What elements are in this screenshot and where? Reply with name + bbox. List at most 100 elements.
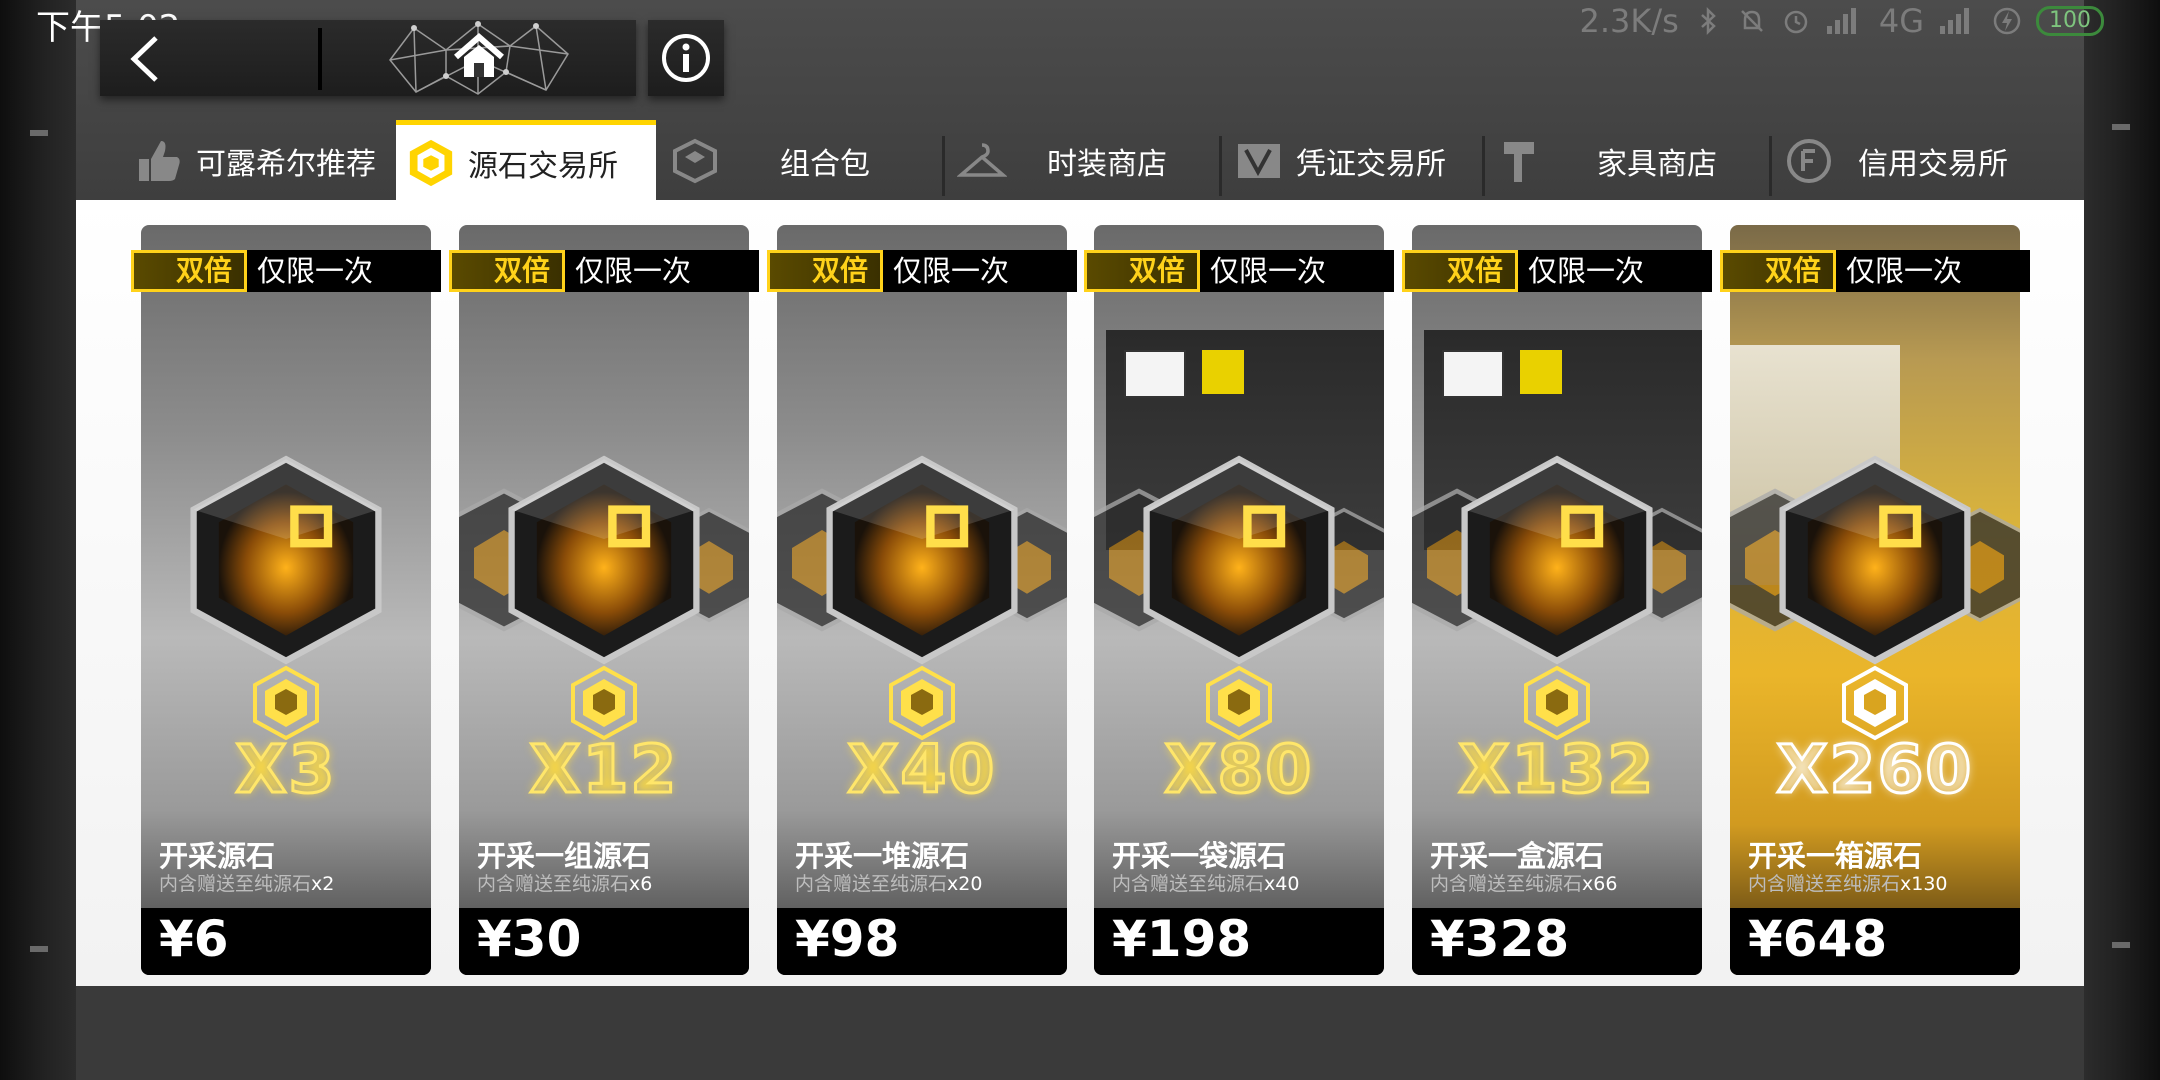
tab-furniture[interactable]: 家具商店 — [1497, 122, 1757, 200]
box-label — [1124, 350, 1186, 398]
shop-tabs: 可露希尔推荐 源石交易所 组合包 时装商店 凭证交易所 家具商店 信用交易所 — [124, 120, 2018, 200]
chevron-left-icon — [130, 36, 158, 82]
tab-divider — [942, 136, 945, 196]
bonus-info: 内含赠送至纯源石x130 — [1748, 869, 1948, 896]
originium-icon — [406, 138, 456, 188]
mute-bell-icon — [1740, 10, 1763, 32]
box-yellow-label — [1202, 350, 1244, 394]
bonus-count: x40 — [1264, 873, 1300, 895]
originium-icon — [1524, 665, 1590, 741]
quantity-label: X12 — [528, 730, 679, 810]
tab-label: 信用交易所 — [1858, 147, 2008, 182]
double-badge: 双倍 — [1720, 250, 1836, 292]
limited-ribbon: 双倍 仅限一次 — [449, 250, 759, 292]
bonus-count: x6 — [629, 873, 653, 895]
bonus-info: 内含赠送至纯源石x6 — [477, 869, 652, 896]
tab-originium[interactable]: 源石交易所 — [396, 120, 656, 200]
originium-icon — [571, 665, 637, 741]
double-badge: 双倍 — [1402, 250, 1518, 292]
product-card[interactable]: X80 开采一袋源石 内含赠送至纯源石x40 ¥198 — [1094, 225, 1384, 975]
home-button[interactable] — [386, 20, 636, 96]
bonus-count: x66 — [1582, 873, 1618, 895]
bonus-count: x20 — [947, 873, 983, 895]
tab-credit[interactable]: 信用交易所 — [1784, 122, 2018, 200]
tab-bundle[interactable]: 组合包 — [656, 122, 930, 200]
tab-divider — [1769, 136, 1772, 196]
bonus-text: 内含赠送至纯源石 — [1430, 873, 1583, 895]
originium-gem — [1461, 455, 1653, 665]
bonus-info: 内含赠送至纯源石x66 — [1430, 869, 1617, 896]
box-label — [1442, 350, 1504, 398]
tab-voucher[interactable]: 凭证交易所 — [1234, 122, 1470, 200]
tab-divider — [1482, 136, 1485, 196]
tab-fashion[interactable]: 时装商店 — [957, 122, 1207, 200]
limited-ribbon: 双倍 仅限一次 — [1720, 250, 2030, 292]
tab-label: 可露希尔推荐 — [196, 147, 376, 182]
bundle-icon — [670, 136, 720, 186]
originium-gem — [826, 455, 1018, 665]
hanger-icon — [957, 136, 1007, 186]
alarm-icon — [1784, 10, 1808, 34]
signal-icon — [1940, 8, 1969, 34]
tab-label: 组合包 — [780, 147, 870, 182]
signal-icon — [1826, 8, 1856, 34]
once-label: 仅限一次 — [247, 250, 441, 292]
bottom-bar — [76, 986, 2084, 1080]
bonus-count: x130 — [1900, 873, 1948, 895]
thumbs-up-icon — [134, 136, 184, 186]
double-badge: 双倍 — [1084, 250, 1200, 292]
net-speed: 2.3K/s — [1579, 2, 1679, 40]
bezel-mark — [2112, 124, 2130, 130]
bezel-right — [2084, 0, 2160, 1080]
bonus-text: 内含赠送至纯源石 — [1112, 873, 1265, 895]
originium-icon — [253, 665, 319, 741]
product-card[interactable]: X260 开采一箱源石 内含赠送至纯源石x130 ¥648 — [1730, 225, 2020, 975]
tab-label: 凭证交易所 — [1296, 147, 1446, 182]
price-label: ¥30 — [477, 910, 582, 968]
bezel-mark — [30, 946, 48, 952]
price-bar[interactable]: ¥30 — [459, 908, 749, 975]
charging-icon — [1993, 7, 2021, 35]
tab-label: 源石交易所 — [468, 148, 618, 184]
battery-indicator: 100 — [2036, 6, 2104, 36]
voucher-icon — [1234, 136, 1284, 186]
nav-divider — [318, 28, 322, 90]
product-card[interactable]: X3 开采源石 内含赠送至纯源石x2 ¥6 — [141, 225, 431, 975]
originium-icon — [889, 665, 955, 741]
price-bar[interactable]: ¥648 — [1730, 908, 2020, 975]
price-bar[interactable]: ¥6 — [141, 908, 431, 975]
bezel-mark — [30, 130, 48, 136]
quantity-label: X80 — [1163, 730, 1314, 810]
price-bar[interactable]: ¥328 — [1412, 908, 1702, 975]
quantity-label: X3 — [234, 730, 337, 810]
bluetooth-icon — [1700, 6, 1716, 36]
originium-gem — [190, 455, 382, 665]
once-label: 仅限一次 — [565, 250, 759, 292]
quantity-label: X40 — [846, 730, 997, 810]
once-label: 仅限一次 — [883, 250, 1077, 292]
limited-ribbon: 双倍 仅限一次 — [767, 250, 1077, 292]
back-button[interactable] — [100, 20, 320, 96]
tab-recommend[interactable]: 可露希尔推荐 — [124, 122, 396, 200]
top-nav — [100, 20, 636, 96]
product-card[interactable]: X132 开采一盒源石 内含赠送至纯源石x66 ¥328 — [1412, 225, 1702, 975]
box-yellow-label — [1520, 350, 1562, 394]
info-button[interactable] — [648, 20, 724, 96]
originium-icon — [1206, 665, 1272, 741]
once-label: 仅限一次 — [1518, 250, 1712, 292]
quantity-label: X132 — [1457, 730, 1656, 810]
tab-label: 家具商店 — [1597, 147, 1717, 182]
bonus-text: 内含赠送至纯源石 — [1748, 873, 1901, 895]
tab-label: 时装商店 — [1047, 147, 1167, 182]
double-badge: 双倍 — [767, 250, 883, 292]
price-bar[interactable]: ¥198 — [1094, 908, 1384, 975]
double-badge: 双倍 — [449, 250, 565, 292]
product-card[interactable]: X40 开采一堆源石 内含赠送至纯源石x20 ¥98 — [777, 225, 1067, 975]
bonus-info: 内含赠送至纯源石x2 — [159, 869, 334, 896]
price-bar[interactable]: ¥98 — [777, 908, 1067, 975]
once-label: 仅限一次 — [1836, 250, 2030, 292]
price-label: ¥98 — [795, 910, 900, 968]
product-card[interactable]: X12 开采一组源石 内含赠送至纯源石x6 ¥30 — [459, 225, 749, 975]
bonus-text: 内含赠送至纯源石 — [795, 873, 948, 895]
originium-gem — [508, 455, 700, 665]
